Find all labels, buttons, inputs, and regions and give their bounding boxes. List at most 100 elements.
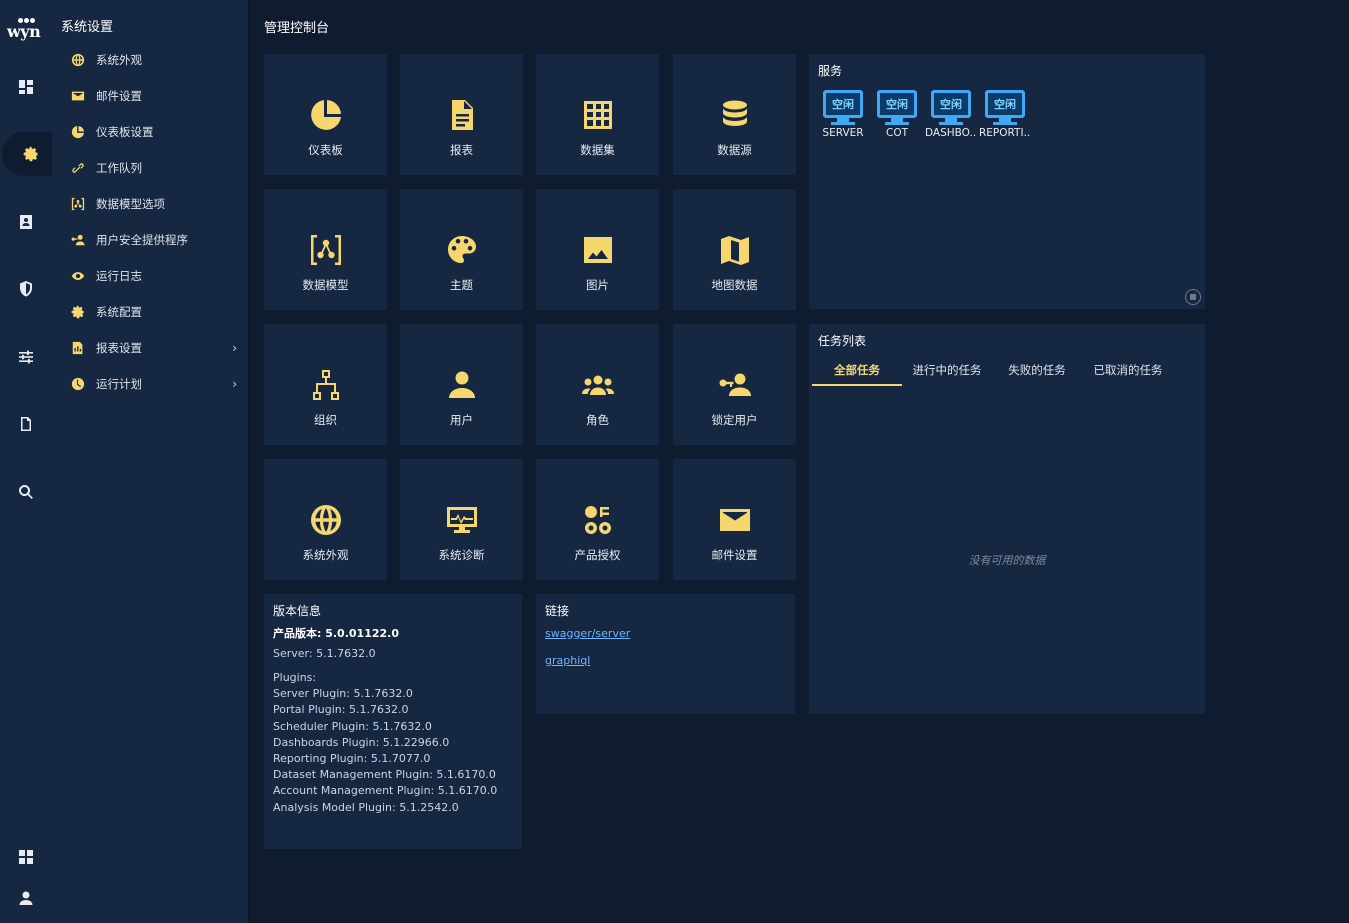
- icon-rail: wyn: [0, 0, 60, 923]
- tile-label: 邮件设置: [711, 548, 758, 562]
- data-model-icon: [310, 235, 341, 265]
- tile-label: 系统诊断: [438, 548, 485, 562]
- services-title: 服务: [818, 64, 843, 78]
- sidebar-item-dashboard-settings[interactable]: 仪表板设置: [52, 117, 249, 147]
- sidebar-item-work-queue[interactable]: 工作队列: [52, 153, 249, 183]
- tile-role[interactable]: 角色: [536, 324, 659, 445]
- tab-running-tasks[interactable]: 进行中的任务: [902, 354, 992, 386]
- link-icon: [70, 160, 86, 176]
- sidebar-item-security-provider[interactable]: 用户安全提供程序: [52, 225, 249, 255]
- tile-data-model[interactable]: 数据模型: [264, 189, 387, 310]
- tile-product-license[interactable]: 产品授权: [536, 459, 659, 580]
- tile-user[interactable]: 用户: [400, 324, 523, 445]
- tile-label: 组织: [314, 413, 337, 427]
- sidebar-item-report-settings[interactable]: 报表设置 ›: [52, 333, 249, 363]
- contact-card-icon[interactable]: [0, 200, 52, 244]
- search-icon[interactable]: [0, 470, 52, 514]
- sidebar-item-run-schedule[interactable]: 运行计划 ›: [52, 369, 249, 399]
- tile-organization[interactable]: 组织: [264, 324, 387, 445]
- sliders-icon[interactable]: [0, 335, 52, 379]
- tab-failed-tasks[interactable]: 失败的任务: [992, 354, 1082, 386]
- tile-label: 仪表板: [308, 143, 343, 157]
- license-icon: [584, 506, 611, 534]
- service-name: SERVER: [822, 127, 864, 139]
- link-swagger[interactable]: swagger/server: [545, 627, 630, 640]
- service-status: 空闲: [823, 90, 863, 118]
- service-name: DASHBO...: [925, 127, 977, 139]
- service-reporting[interactable]: 空闲 REPORTI...: [979, 90, 1031, 139]
- logo-text: wyn: [7, 22, 41, 41]
- globe-icon: [310, 505, 341, 535]
- monitor-icon: 空闲: [931, 90, 971, 118]
- sidebar-item-label: 邮件设置: [96, 89, 142, 103]
- tile-dataset[interactable]: 数据集: [536, 54, 659, 175]
- logo[interactable]: wyn: [6, 10, 46, 42]
- sidebar-item-run-log[interactable]: 运行日志: [52, 261, 249, 291]
- service-cot[interactable]: 空闲 COT: [871, 90, 923, 139]
- stop-icon[interactable]: [1185, 289, 1201, 305]
- database-icon: [722, 100, 747, 126]
- page-title: 管理控制台: [264, 21, 330, 36]
- tile-system-appearance[interactable]: 系统外观: [264, 459, 387, 580]
- sidebar-item-label: 系统外观: [96, 53, 142, 67]
- tab-cancelled-tasks[interactable]: 已取消的任务: [1082, 354, 1174, 386]
- apps-grid-icon[interactable]: [0, 835, 52, 879]
- sidebar-item-label: 工作队列: [96, 161, 142, 175]
- tile-locked-users[interactable]: 锁定用户: [673, 324, 796, 445]
- sidebar-item-label: 运行日志: [96, 269, 142, 283]
- tile-label: 系统外观: [302, 548, 349, 562]
- plugin-version: Reporting Plugin: 5.1.7077.0: [273, 752, 431, 765]
- tile-label: 锁定用户: [711, 413, 758, 427]
- app-root: wyn 系统设置 系统外观 邮件设置 仪表板设置 工作队列 数据模型选项 用户安…: [0, 0, 1349, 923]
- document-icon[interactable]: [0, 402, 52, 446]
- plugin-version: Analysis Model Plugin: 5.1.2542.0: [273, 801, 459, 814]
- tab-all-tasks[interactable]: 全部任务: [812, 354, 902, 386]
- user-icon[interactable]: [0, 876, 52, 920]
- tile-dashboard[interactable]: 仪表板: [264, 54, 387, 175]
- tile-map-data[interactable]: 地图数据: [673, 189, 796, 310]
- clock-icon: [70, 376, 86, 392]
- sidebar-item-label: 数据模型选项: [96, 197, 165, 211]
- sidebar-title: 系统设置: [61, 20, 114, 35]
- tile-label: 角色: [586, 413, 609, 427]
- pie-chart-icon: [310, 100, 341, 130]
- task-tabs: 全部任务 进行中的任务 失败的任务 已取消的任务: [812, 354, 1174, 386]
- dashboard-icon[interactable]: [0, 65, 52, 109]
- tile-label: 数据源: [717, 143, 752, 157]
- report-icon: [70, 340, 86, 356]
- monitor-icon: 空闲: [985, 90, 1025, 118]
- pie-chart-icon: [70, 124, 86, 140]
- tile-label: 产品授权: [574, 548, 621, 562]
- services-panel: 服务 空闲 SERVER 空闲 COT 空闲 DASHBO... 空闲 REPO…: [809, 54, 1205, 309]
- user-key-icon: [70, 232, 86, 248]
- version-title: 版本信息: [273, 604, 322, 618]
- sidebar-item-appearance[interactable]: 系统外观: [52, 45, 249, 75]
- sidebar-item-label: 系统配置: [96, 305, 142, 319]
- shield-icon[interactable]: [0, 267, 52, 311]
- gear-icon: [70, 304, 86, 320]
- plugin-version: Server Plugin: 5.1.7632.0: [273, 687, 413, 700]
- tile-datasource[interactable]: 数据源: [673, 54, 796, 175]
- map-icon: [720, 236, 749, 265]
- service-dashboard[interactable]: 空闲 DASHBO...: [925, 90, 977, 139]
- image-icon: [583, 237, 612, 263]
- document-icon: [451, 100, 473, 130]
- link-graphiql[interactable]: graphiql: [545, 654, 590, 667]
- sidebar-item-label: 运行计划: [96, 377, 142, 391]
- tile-image[interactable]: 图片: [536, 189, 659, 310]
- tile-mail-settings[interactable]: 邮件设置: [673, 459, 796, 580]
- sidebar-item-system-config[interactable]: 系统配置: [52, 297, 249, 327]
- plugin-version: Scheduler Plugin: 5.1.7632.0: [273, 720, 432, 733]
- tile-theme[interactable]: 主题: [400, 189, 523, 310]
- plugin-version: Account Management Plugin: 5.1.6170.0: [273, 784, 498, 797]
- tile-system-diagnostics[interactable]: 系统诊断: [400, 459, 523, 580]
- tile-label: 图片: [586, 278, 609, 292]
- monitor-icon: 空闲: [823, 90, 863, 118]
- user-icon: [448, 371, 475, 398]
- sidebar-item-data-model-options[interactable]: 数据模型选项: [52, 189, 249, 219]
- service-server[interactable]: 空闲 SERVER: [817, 90, 869, 139]
- sidebar-item-mail[interactable]: 邮件设置: [52, 81, 249, 111]
- service-status: 空闲: [931, 90, 971, 118]
- task-list-title: 任务列表: [818, 334, 867, 348]
- tile-report[interactable]: 报表: [400, 54, 523, 175]
